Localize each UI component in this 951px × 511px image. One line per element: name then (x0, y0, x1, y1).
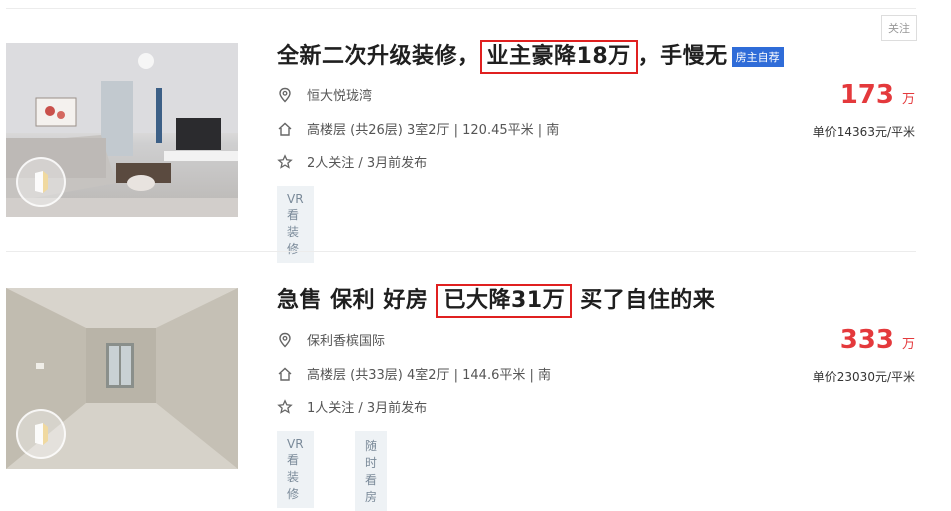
unit-price: 单价14363元/平米 (812, 125, 915, 139)
price-drop-highlight: 业主豪降18万 (479, 40, 638, 75)
owner-recommend-badge: 房主自荐 (731, 47, 784, 67)
house-icon (277, 366, 293, 382)
map-pin-icon (277, 87, 293, 103)
total-price: 333 万 (840, 325, 915, 355)
listing-card[interactable]: 全新二次升级装修， 业主豪降18万 ，手慢无 房主自荐 恒大悦珑湾 高楼层 (共26层… (0, 0, 951, 263)
tag-viewing-anytime[interactable]: 随时看房 (355, 431, 388, 511)
title-text: 买了自住的来 (572, 288, 716, 313)
star-icon (277, 153, 293, 170)
followers-info: 2人关注 / 3月前发布 (307, 156, 428, 171)
vr-icon[interactable] (16, 409, 66, 459)
vr-icon[interactable] (16, 157, 66, 207)
title-text: 急售 保利 好房 (277, 288, 437, 313)
unit-price: 单价23030元/平米 (812, 370, 915, 384)
community-row: 恒大悦珑湾 (277, 85, 372, 104)
price-unit: 万 (901, 337, 915, 352)
community-link[interactable]: 保利香槟国际 (307, 330, 385, 349)
house-details: 高楼层 (共33层) 4室2厅 | 144.6平米 | 南 (307, 368, 551, 383)
price-value: 333 (839, 325, 894, 355)
listing-title[interactable]: 急售 保利 好房 已大降31万 买了自住的来 (277, 282, 716, 319)
title-text: ，手慢无 (637, 44, 728, 69)
price-value: 173 (839, 80, 894, 110)
house-details: 高楼层 (共26层) 3室2厅 | 120.45平米 | 南 (307, 123, 560, 138)
price-drop-highlight: 已大降31万 (436, 284, 573, 319)
followers-row: 1人关注 / 3月前发布 (277, 397, 427, 416)
title-text: 全新二次升级装修， (277, 44, 480, 69)
details-row: 高楼层 (共26层) 3室2厅 | 120.45平米 | 南 (277, 119, 559, 138)
listing-photo[interactable] (6, 288, 238, 469)
listing-card[interactable]: 急售 保利 好房 已大降31万 买了自住的来 保利香槟国际 高楼层 (共33层)… (0, 245, 951, 511)
total-price: 173 万 (840, 80, 915, 110)
followers-info: 1人关注 / 3月前发布 (307, 401, 428, 416)
price-unit: 万 (901, 92, 915, 107)
tag-vr-decoration[interactable]: VR看装修 (277, 431, 314, 508)
details-row: 高楼层 (共33层) 4室2厅 | 144.6平米 | 南 (277, 364, 551, 383)
map-pin-icon (277, 332, 293, 348)
followers-row: 2人关注 / 3月前发布 (277, 152, 427, 171)
community-row: 保利香槟国际 (277, 330, 385, 349)
community-link[interactable]: 恒大悦珑湾 (307, 85, 372, 104)
star-icon (277, 398, 293, 415)
listing-title[interactable]: 全新二次升级装修， 业主豪降18万 ，手慢无 房主自荐 (277, 38, 784, 75)
listing-photo[interactable] (6, 43, 238, 217)
house-icon (277, 121, 293, 137)
